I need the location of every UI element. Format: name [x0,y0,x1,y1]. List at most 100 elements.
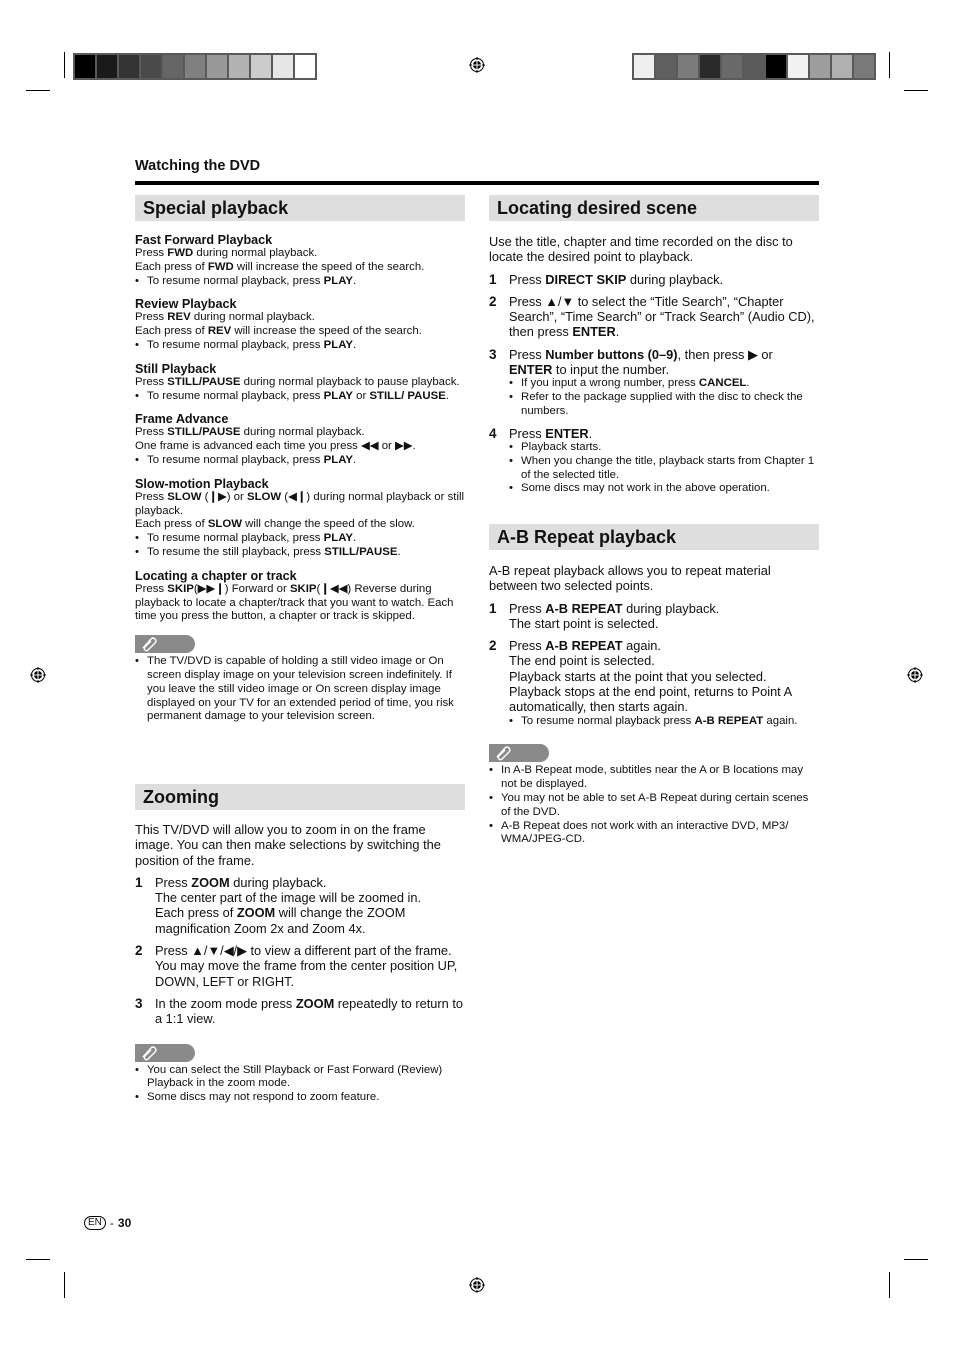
section-title: Special playback [135,195,465,221]
body-text: Press STILL/PAUSE during normal playback… [135,375,460,388]
note-tab [135,1043,195,1062]
step-item: 4 Press ENTER.Playback starts.When you ch… [489,426,819,496]
color-swatch [788,55,808,78]
step-item: 2 Press ▲/▼/◀/▶ to view a different part … [135,943,465,989]
note-item: Some discs may not respond to zoom featu… [135,1091,465,1105]
body-text: Press FWD during normal playback. [135,247,318,259]
note-item: The TV/DVD is capable of holding a still… [135,655,465,724]
crop-mark [64,1272,65,1298]
paperclip-icon [142,1045,157,1061]
step-item: 1 Press DIRECT SKIP during playback. [489,272,819,287]
crop-mark [26,1259,50,1260]
color-swatch [678,55,698,78]
section-title: Zooming [135,784,465,810]
note-tab [489,744,549,763]
note-list: In A-B Repeat mode, subtitles near the A… [489,764,819,847]
step-text: Press A-B REPEAT again. The end point is … [509,638,792,715]
color-swatch [229,55,249,78]
step-number: 1 [135,874,143,890]
registration-mark-icon [907,667,923,683]
color-swatch [656,55,676,78]
note-item: In A-B Repeat mode, subtitles near the A… [489,764,819,792]
page-footer: EN - 30 [84,1216,131,1230]
ab-repeat-section: A-B Repeat playback A-B repeat playback … [489,524,819,847]
section-title: A-B Repeat playback [489,524,819,550]
section-intro: A-B repeat playback allows you to repeat… [489,563,771,594]
note-item: A-B Repeat does not work with an interac… [489,820,819,848]
registration-mark-icon [30,667,46,683]
step-item: 2 Press A-B REPEAT again. The end point is… [489,638,819,728]
crop-mark [26,90,50,91]
subsection-heading: Slow-motion Playback [135,476,269,491]
color-swatch [141,55,161,78]
subsection-heading: Locating a chapter or track [135,568,297,583]
page-number: 30 [117,1216,132,1230]
note-box: You can select the Still Playback or Fas… [135,1043,465,1105]
section-intro: Use the title, chapter and time recorded… [489,234,793,265]
step-bullet: When you change the title, playback star… [509,455,819,483]
note-item: You may not be able to set A-B Repeat du… [489,792,819,820]
crop-mark [64,52,65,78]
step-text: Press ▲/▼ to select the “Title Search”, … [509,293,815,340]
note-tab [135,635,195,654]
bullet-item: To resume normal playback, press PLAY. [135,454,465,468]
bullet-item: To resume normal playback, press PLAY. [135,339,465,353]
step-number: 3 [135,995,143,1011]
bullet-item: To resume normal playback, press PLAY or… [135,390,465,404]
body-text: Each press of REV will increase the spee… [135,325,422,338]
color-swatch [700,55,720,78]
bullet-item: To resume normal playback, press PLAY. [135,275,465,289]
color-swatch [119,55,139,78]
note-list: The TV/DVD is capable of holding a still… [135,655,465,724]
step-item: 3 In the zoom mode press ZOOM repeatedly … [135,996,465,1027]
special-playback-blocks: Fast Forward Playback Press FWD during no… [135,233,465,624]
color-swatch [75,55,95,78]
body-text: Press STILL/PAUSE during normal playback… [135,426,365,439]
step-bullet: Refer to the package supplied with the d… [509,391,819,419]
bullet-item: To resume normal playback, press PLAY. [135,532,465,546]
step-item: 1 Press ZOOM during playback. The center p… [135,875,465,936]
step-bullet: If you input a wrong number, press CANCE… [509,377,819,391]
body-text: Press SLOW (❙▶) or SLOW (◀❙) during norm… [135,490,465,517]
step-text: Press A-B REPEAT during playback. The sta… [509,600,720,631]
color-swatch [251,55,271,78]
body-text: Press REV during normal playback. [135,311,315,324]
zooming-section: Zooming This TV/DVD will allow you to zo… [135,784,465,1105]
crop-mark [889,1272,890,1298]
step-list: 1 Press A-B REPEAT during playback. The st… [489,601,819,729]
subsection-heading: Review Playback [135,297,237,312]
color-swatch [854,55,874,78]
color-swatch [207,55,227,78]
section-intro: This TV/DVD will allow you to zoom in on… [135,822,441,868]
color-swatch [810,55,830,78]
step-item: 3 Press Number buttons (0–9), then press … [489,347,819,419]
crop-mark [904,1259,928,1260]
registration-mark-icon [469,57,485,73]
step-number: 3 [489,346,497,362]
footer-separator: - [109,1216,114,1230]
note-box: In A-B Repeat mode, subtitles near the A… [489,744,819,847]
step-text: Press DIRECT SKIP during playback. [509,271,724,287]
note-box: The TV/DVD is capable of holding a still… [135,635,465,724]
body-text: Each press of FWD will increase the spee… [135,260,425,273]
body-text: Press SKIP(▶▶❙) Forward or SKIP(❙◀◀) Rev… [135,582,454,623]
crop-mark [904,90,928,91]
step-number: 1 [489,600,497,616]
crop-mark [889,52,890,78]
body-text: One frame is advanced each time you pres… [135,440,416,453]
step-text: Press ZOOM during playback. The center pa… [155,874,422,936]
header-rule [135,181,819,185]
note-list: You can select the Still Playback or Fas… [135,1064,465,1105]
language-badge: EN [84,1216,106,1230]
step-bullet: To resume normal playback press A-B REPE… [509,715,819,729]
step-number: 2 [489,638,497,654]
special-playback-section: Special playback Fast Forward Playback Pr… [135,195,465,724]
paperclip-icon [142,637,157,652]
step-bullet: Playback starts. [509,441,819,455]
color-swatch [744,55,764,78]
step-bullet: Some discs may not work in the above ope… [509,482,819,496]
step-text: Press ▲/▼/◀/▶ to view a different part o… [155,943,458,989]
step-list: 1 Press ZOOM during playback. The center p… [135,875,465,1027]
step-number: 4 [489,425,497,441]
color-swatch [163,55,183,78]
